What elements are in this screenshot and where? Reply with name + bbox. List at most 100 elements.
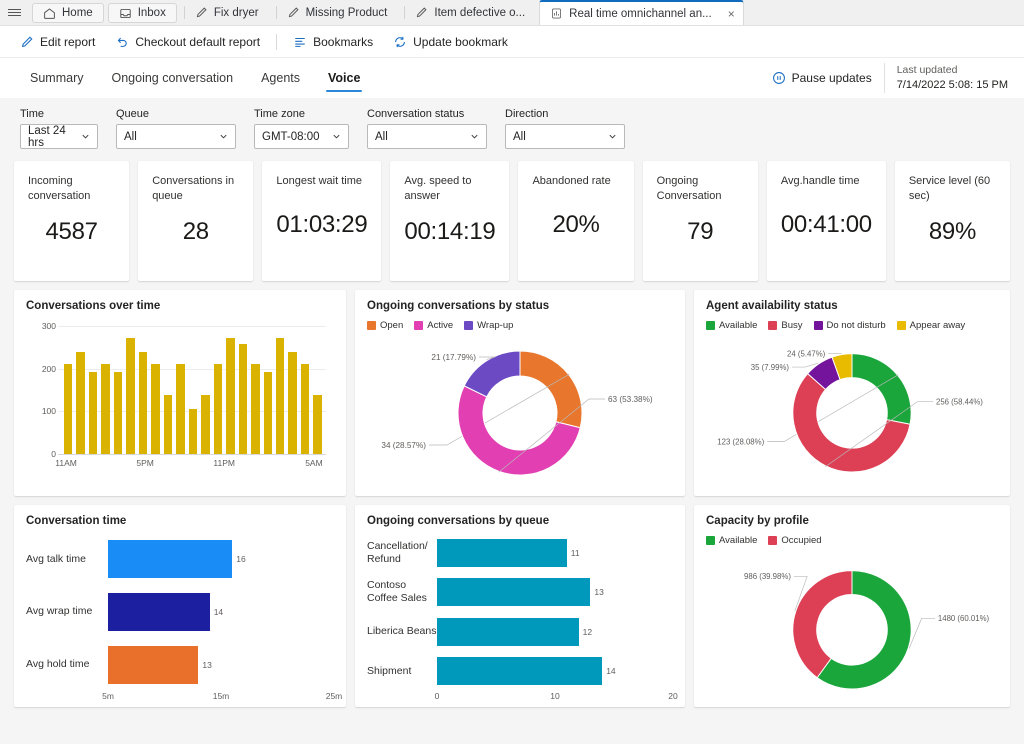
bar[interactable] [76, 352, 84, 454]
update-bookmark-button[interactable]: Update bookmark [383, 31, 518, 53]
gridline [58, 454, 326, 455]
checkout-default-report-button[interactable]: Checkout default report [105, 31, 270, 53]
data-label: 1480 (60.01%) [938, 614, 990, 623]
bar[interactable] [239, 344, 247, 454]
tab-item-defective[interactable]: Item defective o... [405, 0, 535, 25]
x-axis-tick: 5AM [305, 458, 322, 468]
bar-row: Liberica Beans12 [367, 612, 673, 652]
kpi-incoming-conversation: Incoming conversation 4587 [14, 161, 129, 281]
tab-ongoing-conversation[interactable]: Ongoing conversation [97, 58, 247, 98]
bar[interactable] [108, 540, 232, 578]
close-icon[interactable]: × [726, 7, 737, 21]
filter-time-zone-select[interactable]: GMT-08:00 [254, 124, 349, 149]
donut-chart: 123 (28.08%)256 (58.44%)35 (7.99%)24 (5.… [706, 335, 998, 485]
kpi-ongoing-conversation: Ongoing Conversation 79 [643, 161, 758, 281]
x-axis-tick: 11AM [55, 458, 77, 468]
bar[interactable] [101, 364, 109, 454]
bar[interactable] [437, 578, 590, 606]
legend-item[interactable]: Available [706, 320, 757, 331]
bar[interactable] [264, 372, 272, 454]
x-axis-tick: 10 [550, 691, 559, 701]
edit-report-button[interactable]: Edit report [10, 31, 105, 53]
tab-home[interactable]: Home [32, 3, 104, 23]
filter-queue-select[interactable]: All [116, 124, 236, 149]
kpi-title: Abandoned rate [532, 174, 619, 189]
donut-slice[interactable] [852, 354, 911, 425]
tab-inbox[interactable]: Inbox [108, 3, 177, 23]
bar[interactable] [108, 646, 198, 684]
browser-tab-strip: Home Inbox Fix dryer Missing Product Ite… [0, 0, 1024, 26]
bookmark-list-icon [293, 35, 307, 49]
y-axis-tick: 0 [32, 449, 56, 459]
chart-title: Ongoing conversations by status [367, 300, 673, 312]
tab-real-time-omnichannel-analytics[interactable]: Real time omnichannel an... × [539, 0, 744, 25]
bar[interactable] [214, 364, 222, 454]
bar[interactable] [151, 364, 159, 454]
tab-active-label: Real time omnichannel an... [569, 8, 712, 20]
pencil-icon [287, 6, 300, 19]
tab-fix-dryer[interactable]: Fix dryer [185, 0, 269, 25]
chart-conversation-time: Conversation time Avg talk time16Avg wra… [14, 505, 346, 707]
legend-item[interactable]: Occupied [768, 535, 821, 546]
bar[interactable] [276, 338, 284, 454]
bar[interactable] [176, 364, 184, 454]
chevron-down-icon [332, 132, 341, 141]
bookmarks-button[interactable]: Bookmarks [283, 31, 383, 53]
pause-updates-button[interactable]: Pause updates [760, 71, 884, 85]
bar[interactable] [201, 395, 209, 454]
chart-legend: Available Busy Do not disturb Appear away [706, 320, 998, 331]
bar[interactable] [313, 395, 321, 454]
chart-title: Conversations over time [26, 300, 334, 312]
bar[interactable] [437, 618, 579, 646]
bar[interactable] [164, 395, 172, 454]
filter-time-select[interactable]: Last 24 hrs [20, 124, 98, 149]
pencil-icon [415, 6, 428, 19]
legend-swatch [414, 321, 423, 330]
bar-row: Cancellation/ Refund11 [367, 533, 673, 573]
kpi-value: 79 [657, 204, 744, 271]
tab-ongoing-conversation-label: Ongoing conversation [111, 71, 233, 85]
bar-track: 11 [437, 533, 673, 573]
filter-direction-select[interactable]: All [505, 124, 625, 149]
bar[interactable] [139, 352, 147, 454]
bar[interactable] [114, 372, 122, 454]
data-label: 35 (7.99%) [751, 363, 790, 372]
bar[interactable] [89, 372, 97, 454]
kpi-title: Longest wait time [276, 174, 367, 189]
bar[interactable] [301, 364, 309, 454]
x-axis: 01020 [437, 691, 673, 705]
tab-missing-product[interactable]: Missing Product [277, 0, 398, 25]
filter-conversation-status-select[interactable]: All [367, 124, 487, 149]
bar[interactable] [437, 539, 567, 567]
x-axis-tick: 11PM [213, 458, 235, 468]
hamburger-menu-button[interactable] [0, 0, 28, 25]
legend-item[interactable]: Do not disturb [814, 320, 886, 331]
donut-slice[interactable] [793, 571, 852, 678]
bar[interactable] [189, 409, 197, 454]
filter-time-zone-label: Time zone [254, 108, 349, 120]
legend-item[interactable]: Available [706, 535, 757, 546]
bar[interactable] [226, 338, 234, 454]
bar[interactable] [251, 364, 259, 454]
bar[interactable] [437, 657, 602, 685]
tab-agents[interactable]: Agents [247, 58, 314, 98]
pause-updates-label: Pause updates [792, 71, 872, 85]
chart-conversations-over-time: Conversations over time 0100200300 11AM5… [14, 290, 346, 496]
tab-summary[interactable]: Summary [16, 58, 97, 98]
legend-item[interactable]: Busy [768, 320, 802, 331]
bar[interactable] [126, 338, 134, 454]
donut-slice[interactable] [520, 351, 582, 428]
legend-item[interactable]: Wrap-up [464, 320, 513, 331]
legend-label: Open [380, 320, 403, 331]
tab-fix-dryer-label: Fix dryer [214, 7, 259, 19]
kpi-value: 00:41:00 [781, 189, 872, 271]
bar[interactable] [288, 352, 296, 454]
bar-track: 16 [108, 533, 334, 586]
bar[interactable] [108, 593, 210, 631]
bar[interactable] [64, 364, 72, 454]
legend-item[interactable]: Active [414, 320, 453, 331]
legend-item[interactable]: Appear away [897, 320, 965, 331]
tab-voice[interactable]: Voice [314, 58, 374, 98]
legend-item[interactable]: Open [367, 320, 403, 331]
kpi-avg-handle-time: Avg.handle time 00:41:00 [767, 161, 886, 281]
